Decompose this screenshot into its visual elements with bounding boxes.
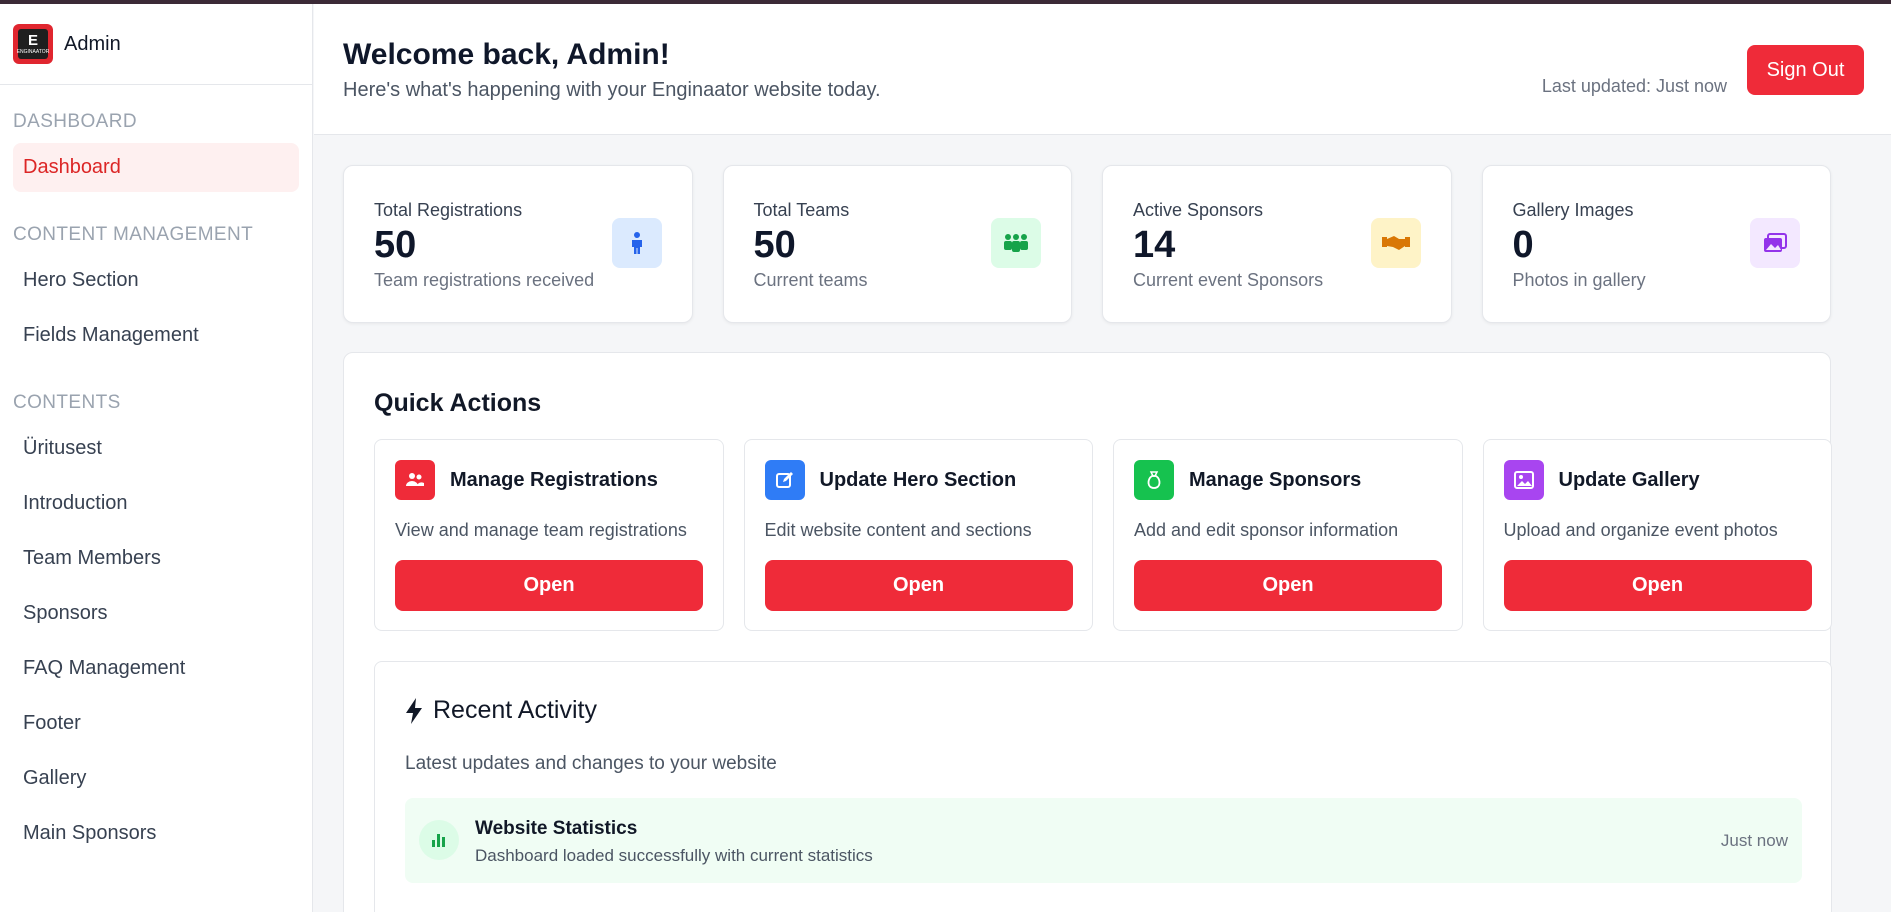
edit-icon: [764, 460, 805, 500]
bar-chart-icon: [419, 820, 459, 860]
stat-card-teams: Total Teams 50 Current teams: [722, 165, 1072, 323]
lightning-icon: [406, 697, 422, 724]
handshake-icon: [1370, 218, 1421, 268]
action-card-sponsors: Manage Sponsors Add and edit sponsor inf…: [1113, 439, 1463, 631]
sidebar: E ENGINAATOR Admin Dashboard Dashboard C…: [0, 4, 313, 912]
activity-item-desc: Dashboard loaded successfully with curre…: [475, 846, 873, 865]
money-bag-icon: [1134, 460, 1174, 500]
section-title: Contents: [13, 392, 121, 413]
page-subtitle: Here's what's happening with your Engina…: [343, 79, 881, 101]
users-icon: [991, 218, 1041, 268]
open-registrations-button[interactable]: Open: [395, 560, 703, 611]
stat-label: Active Sponsors: [1133, 200, 1264, 220]
person-icon: [611, 218, 662, 268]
page-title: Welcome back, Admin!: [343, 38, 670, 71]
section-title: Content Management: [13, 224, 254, 245]
sidebar-item-footer[interactable]: Footer: [13, 699, 299, 748]
stat-desc: Team registrations received: [374, 270, 595, 290]
header: Welcome back, Admin! Here's what's happe…: [314, 4, 1891, 135]
action-desc: Add and edit sponsor information: [1134, 520, 1399, 540]
sidebar-item-gallery[interactable]: Gallery: [13, 754, 299, 803]
stat-value: 0: [1512, 224, 1534, 266]
stat-label: Gallery Images: [1512, 200, 1634, 220]
open-hero-section-button[interactable]: Open: [764, 560, 1073, 611]
main-panel: Quick Actions Manage Registrations View …: [343, 352, 1832, 912]
sidebar-item-hero-section[interactable]: Hero Section: [13, 256, 299, 305]
action-title: Manage Sponsors: [1189, 469, 1362, 491]
stat-label: Total Teams: [753, 200, 850, 220]
action-desc: Edit website content and sections: [764, 520, 1032, 540]
stat-card-registrations: Total Registrations 50 Team registration…: [343, 165, 693, 323]
images-icon: [1750, 218, 1800, 268]
last-updated-text: Last updated: Just now: [1541, 76, 1727, 96]
sidebar-item-fields-management[interactable]: Fields Management: [13, 311, 299, 360]
brand[interactable]: E ENGINAATOR Admin: [0, 4, 312, 85]
sign-out-button[interactable]: Sign Out: [1747, 45, 1864, 95]
action-desc: Upload and organize event photos: [1503, 520, 1778, 540]
stat-desc: Current event Sponsors: [1133, 270, 1324, 290]
action-title: Update Gallery: [1558, 469, 1700, 491]
recent-activity-card: Recent Activity Latest updates and chang…: [374, 661, 1832, 912]
brand-name: Admin: [64, 32, 121, 55]
recent-activity-subtitle: Latest updates and changes to your websi…: [405, 753, 777, 774]
open-sponsors-button[interactable]: Open: [1134, 560, 1442, 611]
nav-section-dashboard: Dashboard Dashboard: [0, 85, 312, 192]
activity-item-title: Website Statistics: [475, 818, 638, 839]
stat-card-gallery: Gallery Images 0 Photos in gallery: [1481, 165, 1831, 323]
action-title: Update Hero Section: [819, 469, 1017, 491]
logo: E ENGINAATOR: [13, 24, 53, 64]
section-title: Dashboard: [13, 111, 137, 132]
stat-label: Total Registrations: [374, 200, 523, 220]
sidebar-item-team-members[interactable]: Team Members: [13, 534, 299, 583]
stat-desc: Current teams: [753, 270, 868, 290]
sidebar-item-sponsors[interactable]: Sponsors: [13, 589, 299, 638]
recent-activity-title: Recent Activity: [433, 696, 597, 724]
action-desc: View and manage team registrations: [395, 520, 687, 540]
quick-actions-title: Quick Actions: [374, 389, 542, 417]
quick-actions-grid: Manage Registrations View and manage tea…: [374, 439, 1832, 631]
stat-card-sponsors: Active Sponsors 14 Current event Sponsor…: [1102, 165, 1452, 323]
sidebar-item-introduction[interactable]: Introduction: [13, 479, 299, 528]
nav-section-contents: Contents Üritusest Introduction Team Mem…: [0, 366, 312, 858]
action-card-hero-section: Update Hero Section Edit website content…: [743, 439, 1093, 631]
images-icon: [1503, 460, 1544, 500]
action-card-registrations: Manage Registrations View and manage tea…: [374, 439, 724, 631]
stats-row: Total Registrations 50 Team registration…: [343, 165, 1831, 323]
stat-value: 50: [374, 224, 417, 266]
open-gallery-button[interactable]: Open: [1503, 560, 1812, 611]
activity-item-time: Just now: [1720, 831, 1788, 850]
nav-section-content-management: Content Management Hero Section Fields M…: [0, 198, 312, 360]
sidebar-item-faq-management[interactable]: FAQ Management: [13, 644, 299, 693]
recent-activity-header: Recent Activity: [405, 696, 597, 725]
action-title: Manage Registrations: [450, 469, 658, 491]
sidebar-item-dashboard[interactable]: Dashboard: [13, 143, 299, 192]
sidebar-item-uritusest[interactable]: Üritusest: [13, 424, 299, 473]
logo-mark: E ENGINAATOR: [17, 29, 49, 59]
list-item: Website Statistics Dashboard loaded succ…: [405, 798, 1802, 883]
sidebar-item-main-sponsors[interactable]: Main Sponsors: [13, 809, 299, 858]
stat-value: 50: [753, 224, 796, 266]
action-card-gallery: Update Gallery Upload and organize event…: [1482, 439, 1832, 631]
stat-desc: Photos in gallery: [1512, 270, 1646, 290]
users-icon: [395, 460, 435, 500]
stat-value: 14: [1133, 224, 1176, 266]
